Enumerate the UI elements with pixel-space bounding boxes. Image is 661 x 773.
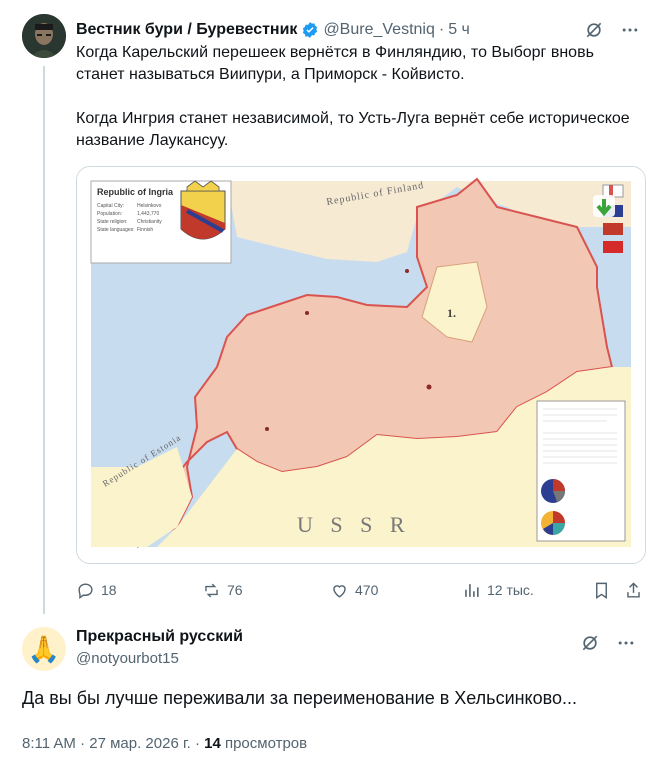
reply-meta: 8:11 AM · 27 мар. 2026 г. · 14 просмотро…	[22, 735, 307, 752]
views-count: 12 тыс.	[487, 582, 534, 598]
bookmark-button[interactable]	[592, 581, 611, 600]
author-name[interactable]: Вестник бури / Буревестник	[76, 21, 297, 39]
city-marker	[426, 384, 432, 390]
like-count: 470	[355, 582, 379, 598]
avatar-image	[22, 14, 66, 58]
download-arrow-icon	[593, 195, 615, 217]
author-handle[interactable]: @Bure_Vestniq	[323, 21, 434, 39]
label-ussr: U S S R	[297, 512, 411, 537]
religion-pie-chart	[541, 479, 565, 503]
share-icon	[627, 581, 640, 598]
reply-views-label: просмотров	[220, 735, 308, 752]
repost-count: 76	[227, 582, 243, 598]
info-key-2: State religion:	[97, 219, 128, 225]
reply-text: Да вы бы лучше переживали за переименова…	[22, 688, 578, 708]
views-button[interactable]: 12 тыс.	[462, 581, 534, 600]
language-pie-chart	[541, 511, 565, 535]
info-val-1: 1,443,770	[137, 211, 159, 217]
reply-avatar[interactable]: 🙏	[22, 627, 66, 671]
reply-button[interactable]: 18	[76, 581, 117, 600]
more-options-icon[interactable]	[615, 632, 637, 654]
repost-icon	[205, 583, 218, 597]
avatar[interactable]	[22, 14, 66, 58]
map-title: Republic of Ingria	[97, 187, 174, 197]
post-text-paragraph-1: Когда Карельский перешеек вернётся в Фин…	[76, 44, 594, 83]
city-marker	[265, 427, 269, 431]
info-val-2: Christianity	[137, 219, 162, 225]
reply-author-name[interactable]: Прекрасный русский	[76, 628, 637, 646]
post-image-map[interactable]: Republic of Ingria Capital City: Populat…	[76, 166, 646, 564]
post-text-paragraph-2: Когда Ингрия станет независимой, то Усть…	[76, 110, 630, 149]
thread-line	[43, 66, 45, 614]
share-button[interactable]	[624, 581, 643, 600]
info-val-0: Helsinkovo	[137, 203, 162, 209]
flag-icon	[603, 241, 623, 253]
label-territory-1: 1.	[447, 306, 456, 320]
reply-author-handle[interactable]: @notyourbot15	[76, 650, 637, 667]
verified-badge-icon	[303, 22, 318, 38]
grok-icon[interactable]	[583, 19, 605, 41]
views-chart-icon	[465, 583, 479, 597]
bookmark-icon	[596, 582, 607, 599]
coat-of-arms-icon	[180, 180, 226, 240]
reply-icon	[78, 582, 93, 599]
info-val-3: Finnish	[137, 227, 153, 233]
post-time[interactable]: 5 ч	[448, 21, 470, 39]
info-key-1: Population:	[97, 211, 122, 217]
repost-button[interactable]: 76	[202, 581, 243, 600]
heart-icon	[333, 584, 346, 598]
like-button[interactable]: 470	[330, 581, 378, 600]
map-svg: Republic of Ingria Capital City: Populat…	[77, 167, 645, 563]
more-options-icon[interactable]	[619, 19, 641, 41]
city-marker	[305, 311, 309, 315]
reply-timestamp[interactable]: 8:11 AM · 27 мар. 2026 г. ·	[22, 735, 204, 752]
flag-icon	[603, 223, 623, 235]
city-marker	[405, 269, 409, 273]
reply-views-count: 14	[204, 735, 221, 752]
action-bar: 18 76 470 12 тыс.	[76, 578, 644, 602]
reply-count: 18	[101, 582, 117, 598]
post-header: Вестник бури / Буревестник @Bure_Vestniq…	[76, 19, 641, 41]
info-key-3: State languages:	[97, 227, 135, 233]
reply-header: Прекрасный русский @notyourbot15	[76, 628, 637, 667]
folded-hands-icon: 🙏	[27, 633, 61, 664]
grok-icon[interactable]	[579, 632, 601, 654]
info-key-0: Capital City:	[97, 203, 124, 209]
